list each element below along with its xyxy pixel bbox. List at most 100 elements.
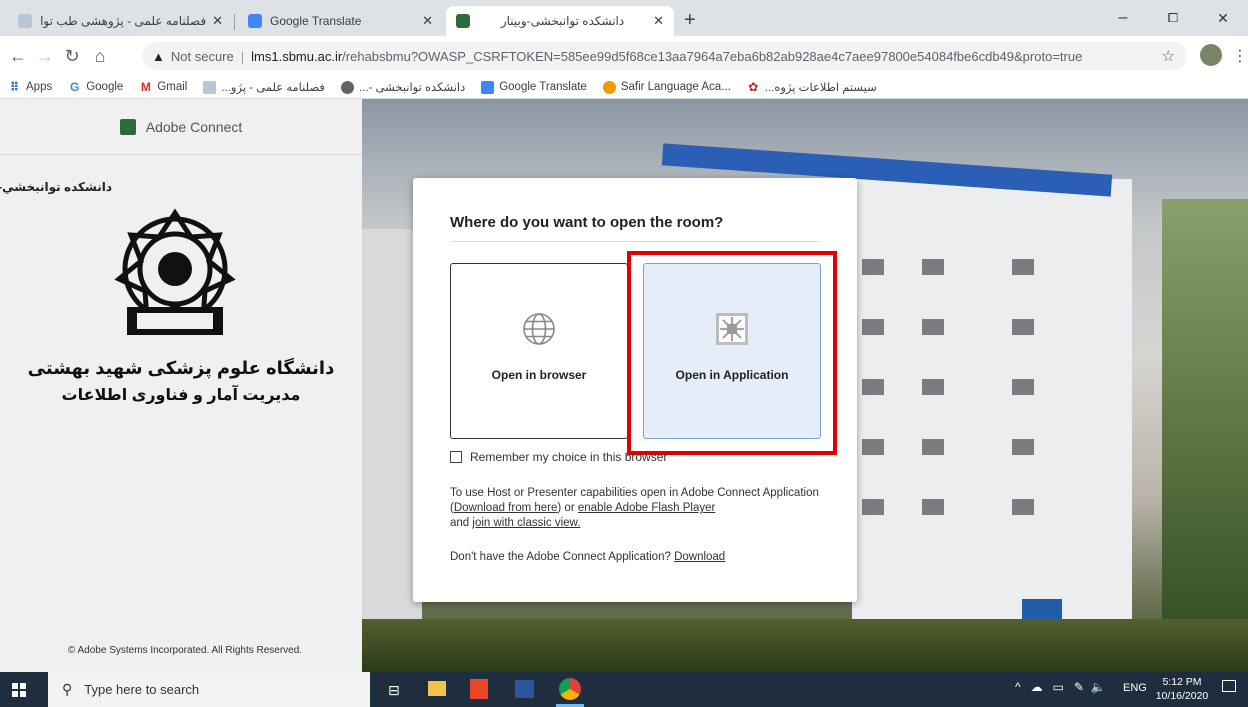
- tab-title: Google Translate: [270, 14, 362, 28]
- maximize-button[interactable]: ⧠: [1150, 6, 1196, 30]
- tab-journal[interactable]: فصلنامه علمی - پژوهشی طب توان ✕: [8, 6, 233, 36]
- building-right: [852, 179, 1132, 649]
- dialog-title: Where do you want to open the room?: [450, 214, 724, 231]
- minimize-button[interactable]: –: [1100, 6, 1146, 30]
- tab-google-translate[interactable]: Google Translate ✕: [238, 6, 443, 36]
- search-icon: ⚲: [62, 681, 73, 697]
- tab-title: دانشکده توانبخشی-وبینار: [500, 14, 625, 28]
- chrome-icon[interactable]: [559, 678, 581, 700]
- remember-choice-row[interactable]: Remember my choice in this browser: [450, 450, 667, 464]
- close-tab-icon[interactable]: ✕: [422, 13, 433, 29]
- translate-favicon-icon: [248, 14, 262, 28]
- bookmark-journal[interactable]: فصلنامه علمی - پژو...: [203, 80, 325, 94]
- tree-foliage: [1162, 199, 1248, 669]
- university-name: دانشگاه علوم پزشکی شهید بهشتی: [27, 358, 335, 378]
- university-logo-icon: [114, 208, 236, 335]
- highlight-box: [627, 251, 837, 455]
- info-text: and: [450, 517, 473, 529]
- language-indicator[interactable]: ENG: [1123, 682, 1147, 694]
- adobe-connect-favicon-icon: [456, 14, 470, 28]
- open-in-browser-label: Open in browser: [491, 368, 587, 382]
- clock-date: 10/16/2020: [1155, 690, 1209, 702]
- bookmark-label: دانشکده توانبخشی -...: [358, 82, 466, 94]
- bookmark-google[interactable]: G Google: [68, 79, 124, 94]
- volume-icon[interactable]: 🔈: [1091, 680, 1106, 694]
- building-window: [1012, 319, 1034, 335]
- taskbar-search-box[interactable]: ⚲ Type here to search: [48, 672, 370, 707]
- pen-icon[interactable]: ✎: [1074, 680, 1084, 694]
- bookmark-label: فصلنامه علمی - پژو...: [221, 82, 325, 94]
- building-window: [1012, 499, 1034, 515]
- url-host: lms1.sbmu.ac.ir: [251, 48, 343, 64]
- bookmark-research-system[interactable]: ✿ سیستم اطلاعات پژوه...: [747, 80, 877, 94]
- office-icon[interactable]: [470, 679, 488, 699]
- system-tray-icons[interactable]: ^ ☁ ▭ ✎ 🔈: [1015, 680, 1106, 694]
- product-name: Adobe Connect: [145, 118, 243, 135]
- room-name: دانشكده توانبخشي-وبينار: [0, 180, 112, 194]
- bookmark-apps[interactable]: ⠿ Apps: [8, 79, 53, 94]
- bookmark-label: Google Translate: [499, 81, 587, 93]
- building-window: [862, 499, 884, 515]
- building-window: [1012, 259, 1034, 275]
- home-icon[interactable]: ⌂: [88, 44, 112, 68]
- no-app-text: Don't have the Adobe Connect Application…: [450, 551, 725, 563]
- open-in-browser-option[interactable]: Open in browser: [450, 263, 628, 439]
- bookmark-label: Google: [86, 81, 124, 93]
- notifications-icon[interactable]: [1222, 680, 1236, 692]
- download-from-here-link[interactable]: Download from here: [454, 502, 558, 514]
- close-tab-icon[interactable]: ✕: [212, 13, 223, 29]
- ground-foliage: [362, 619, 1248, 672]
- dialog-divider: [450, 241, 820, 242]
- adobe-connect-logo-icon: [119, 118, 136, 135]
- download-app-link[interactable]: Download: [674, 551, 725, 563]
- chevron-up-icon[interactable]: ^: [1015, 680, 1021, 694]
- windows-start-icon[interactable]: [12, 683, 26, 697]
- department-name: مدیریت آمار و فناوری اطلاعات: [61, 387, 301, 404]
- building-window: [1012, 439, 1034, 455]
- research-system-icon: ✿: [748, 79, 759, 94]
- journal-icon: [203, 80, 217, 94]
- menu-kebab-icon[interactable]: ⋮: [1232, 46, 1248, 66]
- forward-arrow-icon[interactable]: →: [33, 44, 57, 68]
- back-arrow-icon[interactable]: ←: [6, 44, 30, 68]
- bookmark-star-icon[interactable]: ☆: [1162, 47, 1175, 65]
- globe-icon: [523, 313, 555, 345]
- search-placeholder: Type here to search: [84, 682, 200, 697]
- building-window: [862, 259, 884, 275]
- reload-icon[interactable]: ↻: [60, 44, 84, 68]
- bookmark-safir[interactable]: Safir Language Aca...: [602, 80, 731, 94]
- bookmark-label: Apps: [26, 81, 53, 93]
- clock[interactable]: 5:12 PM 10/16/2020: [1150, 675, 1214, 703]
- bookmark-rehab-faculty[interactable]: دانشکده توانبخشی -...: [340, 80, 466, 94]
- building-window: [1012, 379, 1034, 395]
- bookmark-label: سیستم اطلاعات پژوه...: [764, 82, 877, 94]
- building-window: [922, 439, 944, 455]
- new-tab-button[interactable]: +: [684, 9, 696, 32]
- apps-grid-icon: ⠿: [9, 79, 20, 94]
- task-view-icon[interactable]: ⊟: [388, 682, 400, 699]
- warning-triangle-icon: ▲: [152, 48, 165, 64]
- building-window: [922, 379, 944, 395]
- bookmark-label: Safir Language Aca...: [620, 81, 731, 93]
- cloud-icon[interactable]: ☁: [1031, 680, 1043, 694]
- remember-choice-checkbox[interactable]: [450, 451, 462, 463]
- word-icon[interactable]: [515, 680, 534, 698]
- bookmark-google-translate[interactable]: Google Translate: [481, 80, 587, 94]
- address-bar[interactable]: ▲ Not secure | lms1.sbmu.ac.ir/rehabsbmu…: [142, 42, 1187, 70]
- building-window: [862, 319, 884, 335]
- profile-avatar[interactable]: [1200, 44, 1222, 66]
- tab-webinar[interactable]: دانشکده توانبخشی-وبینار ✕: [446, 6, 674, 36]
- sidebar-header: Adobe Connect: [0, 99, 362, 155]
- clock-time: 5:12 PM: [1162, 676, 1202, 688]
- classic-view-link[interactable]: join with classic view.: [472, 517, 580, 529]
- building-window: [922, 499, 944, 515]
- network-icon[interactable]: ▭: [1053, 680, 1064, 694]
- close-window-button[interactable]: ✕: [1200, 6, 1246, 30]
- building-window: [862, 439, 884, 455]
- google-g-icon: G: [70, 79, 80, 94]
- bookmark-gmail[interactable]: M Gmail: [139, 80, 188, 94]
- file-explorer-icon[interactable]: [428, 681, 446, 696]
- copyright-text: © Adobe Systems Incorporated. All Rights…: [67, 645, 303, 656]
- enable-flash-link[interactable]: enable Adobe Flash Player: [578, 502, 715, 514]
- close-tab-icon[interactable]: ✕: [653, 13, 664, 29]
